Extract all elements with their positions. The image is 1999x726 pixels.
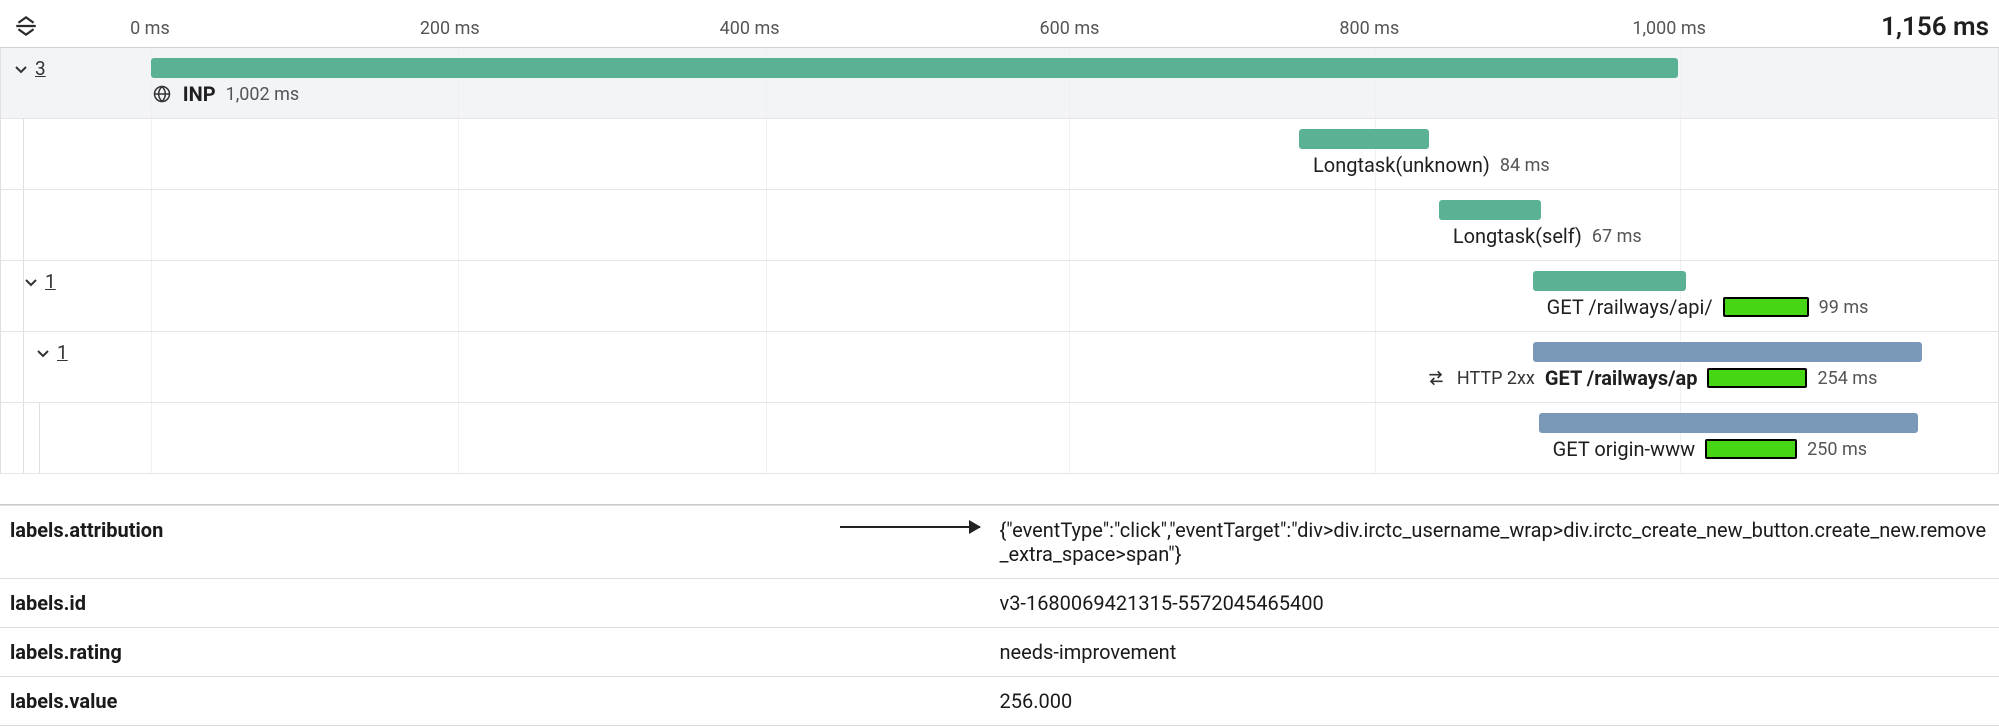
waterfall-rows: 3INP1,002 msLongtask(unknown)84 msLongta… xyxy=(0,48,1999,474)
span-duration: 84 ms xyxy=(1500,155,1550,176)
waterfall-row[interactable]: 3 INP 1,002 ms xyxy=(1,48,1998,119)
child-count: 1 xyxy=(45,270,56,293)
detail-key: labels.rating xyxy=(10,640,1000,664)
span-bar[interactable] xyxy=(1533,342,1922,362)
axis-tick: 0 ms xyxy=(130,18,170,39)
waterfall-row[interactable]: Longtask(unknown) 84 ms xyxy=(1,119,1998,190)
axis-tick: 800 ms xyxy=(1339,18,1399,39)
axis-end-label: 1,156 ms xyxy=(1881,12,1989,42)
redacted-segment xyxy=(1707,368,1807,388)
span-label: Longtask(unknown) 84 ms xyxy=(1313,153,1550,177)
chevron-down-icon xyxy=(23,274,39,290)
waterfall-row[interactable]: Longtask(self) 67 ms xyxy=(1,190,1998,261)
outgoing-request-icon xyxy=(1425,367,1447,389)
redacted-segment xyxy=(1705,439,1797,459)
span-bar[interactable] xyxy=(1299,129,1429,149)
expand-toggle[interactable]: 1 xyxy=(23,270,56,293)
axis-tick: 600 ms xyxy=(1040,18,1100,39)
detail-value: {"eventType":"click","eventTarget":"div>… xyxy=(1000,518,1990,566)
span-name: GET /railways/ap xyxy=(1545,366,1698,390)
span-label: GET /railways/api/99 ms xyxy=(1547,295,1869,319)
http-status-badge: HTTP 2xx xyxy=(1457,368,1535,389)
time-axis: 0 ms 200 ms 400 ms 600 ms 800 ms 1,000 ms 1,15… xyxy=(0,0,1999,48)
span-bar[interactable] xyxy=(1539,413,1918,433)
axis-tick: 200 ms xyxy=(420,18,480,39)
waterfall-row[interactable]: 1 GET /railways/api/99 ms xyxy=(1,261,1998,332)
span-name: Longtask(self) xyxy=(1453,224,1582,248)
span-label: GET origin-www 250 ms xyxy=(1553,437,1867,461)
detail-row: labels.attribution{"eventType":"click","… xyxy=(0,505,1999,579)
detail-value: v3-1680069421315-5572045465400 xyxy=(1000,591,1990,615)
chevron-down-icon xyxy=(13,61,29,77)
detail-value: needs-improvement xyxy=(1000,640,1990,664)
span-duration: 250 ms xyxy=(1807,439,1867,460)
span-bar[interactable] xyxy=(1533,271,1687,291)
annotation-arrow xyxy=(840,526,980,528)
span-name: Longtask(unknown) xyxy=(1313,153,1490,177)
detail-key: labels.value xyxy=(10,689,1000,713)
span-duration: 254 ms xyxy=(1817,368,1877,389)
span-name: GET /railways/api/ xyxy=(1547,295,1713,319)
detail-row: labels.idv3-1680069421315-5572045465400 xyxy=(0,579,1999,628)
span-bar[interactable] xyxy=(151,58,1679,78)
axis-tick: 400 ms xyxy=(720,18,780,39)
collapse-all-icon[interactable] xyxy=(10,12,42,40)
span-duration: 1,002 ms xyxy=(226,84,300,105)
span-label: INP 1,002 ms xyxy=(151,82,299,106)
detail-row: labels.value256.000 xyxy=(0,677,1999,726)
detail-value: 256.000 xyxy=(1000,689,1990,713)
child-count: 3 xyxy=(35,57,46,80)
details-table: labels.attribution{"eventType":"click","… xyxy=(0,504,1999,726)
detail-row: labels.ratingneeds-improvement xyxy=(0,628,1999,677)
waterfall-row[interactable]: 1 HTTP 2xx GET /railways/ap 254 ms xyxy=(1,332,1998,403)
waterfall-row[interactable]: GET origin-www 250 ms xyxy=(1,403,1998,474)
detail-key: labels.id xyxy=(10,591,1000,615)
span-name: GET origin-www xyxy=(1553,437,1696,461)
axis-tick: 1,000 ms xyxy=(1632,18,1706,39)
span-duration: 99 ms xyxy=(1819,297,1869,318)
span-label: HTTP 2xx GET /railways/ap 254 ms xyxy=(1425,366,1878,390)
globe-icon xyxy=(151,83,173,105)
expand-toggle[interactable]: 3 xyxy=(13,57,46,80)
chevron-down-icon xyxy=(35,345,51,361)
span-bar[interactable] xyxy=(1439,200,1541,220)
span-name: INP xyxy=(183,82,216,106)
child-count: 1 xyxy=(57,341,68,364)
expand-toggle[interactable]: 1 xyxy=(35,341,68,364)
span-label: Longtask(self) 67 ms xyxy=(1453,224,1642,248)
redacted-segment xyxy=(1723,297,1809,317)
span-duration: 67 ms xyxy=(1592,226,1642,247)
